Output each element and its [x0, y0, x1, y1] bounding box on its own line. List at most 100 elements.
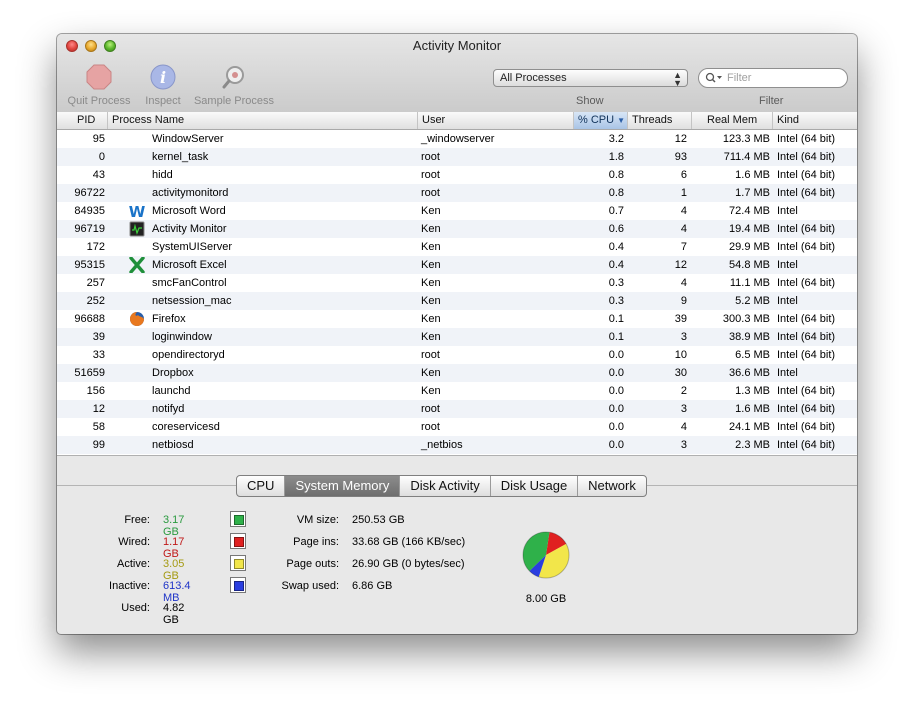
table-row[interactable]: 99 netbiosd _netbios 0.0 3 2.3 MB Intel (64 bi… — [57, 436, 857, 454]
cpu-cell: 0.6 — [608, 223, 624, 235]
kind-cell: Intel (64 bit) — [777, 187, 836, 199]
real-mem-cell: 711.4 MB — [723, 151, 770, 163]
table-row[interactable]: 95315 Microsoft Excel Ken 0.4 12 54.8 MB Intel — [57, 256, 857, 274]
real-mem-cell: 29.9 MB — [729, 241, 770, 253]
table-row[interactable]: 43 hidd root 0.8 6 1.6 MB Intel (64 bit) — [57, 166, 857, 184]
process-name-cell: Activity Monitor — [152, 223, 227, 235]
user-cell: _netbios — [421, 439, 463, 451]
mem-free-value: 3.17 GB — [163, 514, 185, 538]
page-ins-value: 33.68 GB (166 KB/sec) — [352, 536, 466, 548]
real-mem-cell: 24.1 MB — [729, 421, 770, 433]
tab-cpu[interactable]: CPU — [237, 476, 286, 496]
threads-cell: 3 — [680, 331, 687, 343]
process-name-cell: launchd — [152, 385, 191, 397]
threads-cell: 12 — [674, 259, 687, 271]
vm-size-value: 250.53 GB — [352, 514, 405, 526]
user-cell: Ken — [421, 367, 441, 379]
column-process-name[interactable]: Process Name — [108, 112, 418, 129]
kind-cell: Intel (64 bit) — [777, 331, 836, 343]
column-threads[interactable]: Threads — [628, 112, 692, 129]
pid-cell: 0 — [98, 151, 105, 163]
tab-network[interactable]: Network — [578, 476, 646, 496]
table-row[interactable]: 84935 W Microsoft Word Ken 0.7 4 72.4 MB Intel — [57, 202, 857, 221]
table-row[interactable]: 96719 Activity Monitor Ken 0.6 4 19.4 MB Intel… — [57, 220, 857, 238]
user-cell: Ken — [421, 295, 441, 307]
show-label: Show — [576, 95, 604, 107]
threads-cell: 4 — [680, 421, 687, 433]
sort-descending-icon: ▼ — [617, 116, 626, 125]
filter-placeholder: Filter — [727, 72, 752, 84]
table-row[interactable]: 252 netsession_mac Ken 0.3 9 5.2 MB Intel — [57, 292, 857, 310]
table-row[interactable]: 39 loginwindow Ken 0.1 3 38.9 MB Intel (64 bit… — [57, 328, 857, 346]
table-row[interactable]: 95 WindowServer _windowserver 3.2 12 123.3 MB… — [57, 130, 857, 148]
real-mem-cell: 2.3 MB — [735, 439, 770, 451]
column-kind[interactable]: Kind — [773, 112, 857, 129]
process-name-cell: WindowServer — [152, 133, 224, 145]
magnifier-icon — [222, 66, 244, 89]
real-mem-cell: 38.9 MB — [729, 331, 770, 343]
tab-system-memory[interactable]: System Memory — [285, 476, 401, 496]
column-real-mem[interactable]: Real Mem — [692, 112, 773, 129]
threads-cell: 3 — [680, 403, 687, 415]
real-mem-cell: 72.4 MB — [729, 205, 770, 217]
column-pid[interactable]: PID — [57, 112, 108, 129]
table-row[interactable]: 257 smcFanControl Ken 0.3 4 11.1 MB Intel (64 … — [57, 274, 857, 292]
pid-cell: 96719 — [74, 223, 105, 235]
table-row[interactable]: 51659 Dropbox Ken 0.0 30 36.6 MB Intel — [57, 364, 857, 382]
show-processes-select[interactable]: All Processes ▲ ▼ — [493, 69, 688, 88]
toolbar: Activity Monitor Quit Process i Inspect … — [57, 34, 857, 113]
table-row[interactable]: 96722 activitymonitord root 0.8 1 1.7 MB Intel… — [57, 184, 857, 202]
filter-search-field[interactable]: Filter — [698, 68, 848, 88]
threads-cell: 9 — [680, 295, 687, 307]
pid-cell: 252 — [86, 295, 105, 307]
table-row[interactable]: 12 notifyd root 0.0 3 1.6 MB Intel (64 bit) — [57, 400, 857, 418]
user-cell: Ken — [421, 277, 441, 289]
threads-cell: 7 — [680, 241, 687, 253]
table-header: PID Process Name User % CPU ▼ Threads Re… — [57, 112, 857, 130]
cpu-cell: 0.1 — [608, 313, 624, 325]
pid-cell: 96722 — [74, 187, 105, 199]
cpu-cell: 0.4 — [608, 241, 624, 253]
table-row[interactable]: 33 opendirectoryd root 0.0 10 6.5 MB Intel (64… — [57, 346, 857, 364]
real-mem-cell: 6.5 MB — [735, 349, 770, 361]
word-icon: W — [129, 203, 146, 221]
user-cell: Ken — [421, 223, 441, 235]
pid-cell: 33 — [92, 349, 105, 361]
cpu-cell: 3.2 — [608, 133, 624, 145]
memory-pie-chart — [522, 531, 570, 579]
mem-used-label: Used: — [121, 602, 150, 614]
quit-process-button[interactable]: Quit Process — [66, 64, 132, 107]
show-processes-value: All Processes — [500, 72, 567, 84]
user-cell: Ken — [421, 241, 441, 253]
real-mem-cell: 11.1 MB — [729, 277, 770, 289]
sample-process-button[interactable]: Sample Process — [191, 64, 277, 107]
inspect-label: Inspect — [145, 95, 181, 107]
table-row[interactable]: 0 kernel_task root 1.8 93 711.4 MB Intel (64 b… — [57, 148, 857, 166]
page-ins-label: Page ins: — [293, 536, 339, 548]
process-name-cell: opendirectoryd — [152, 349, 225, 361]
pid-cell: 257 — [86, 277, 105, 289]
real-mem-cell: 1.3 MB — [735, 385, 770, 397]
table-row[interactable]: 172 SystemUIServer Ken 0.4 7 29.9 MB Intel (64… — [57, 238, 857, 256]
cpu-cell: 0.3 — [608, 277, 624, 289]
tab-disk-usage[interactable]: Disk Usage — [491, 476, 579, 496]
process-name-cell: netsession_mac — [152, 295, 232, 307]
real-mem-cell: 1.7 MB — [735, 187, 770, 199]
pid-cell: 172 — [86, 241, 105, 253]
pid-cell: 84935 — [74, 205, 105, 217]
pid-cell: 51659 — [74, 367, 105, 379]
table-row[interactable]: 58 coreservicesd root 0.0 4 24.1 MB Intel (64 … — [57, 418, 857, 436]
kind-cell: Intel (64 bit) — [777, 403, 836, 415]
pid-cell: 43 — [92, 169, 105, 181]
pid-cell: 95 — [92, 133, 105, 145]
table-row[interactable]: 156 launchd Ken 0.0 2 1.3 MB Intel (64 bit) — [57, 382, 857, 400]
tab-disk-activity[interactable]: Disk Activity — [400, 476, 491, 496]
threads-cell: 4 — [680, 205, 687, 217]
column-user[interactable]: User — [418, 112, 574, 129]
column-cpu[interactable]: % CPU ▼ — [574, 112, 628, 129]
table-row[interactable]: 96688 Firefox Ken 0.1 39 300.3 MB Intel (64 bi… — [57, 310, 857, 328]
mem-free-label: Free: — [124, 514, 150, 526]
cpu-cell: 0.0 — [608, 403, 624, 415]
kind-cell: Intel (64 bit) — [777, 169, 836, 181]
inspect-button[interactable]: i Inspect — [141, 64, 185, 107]
